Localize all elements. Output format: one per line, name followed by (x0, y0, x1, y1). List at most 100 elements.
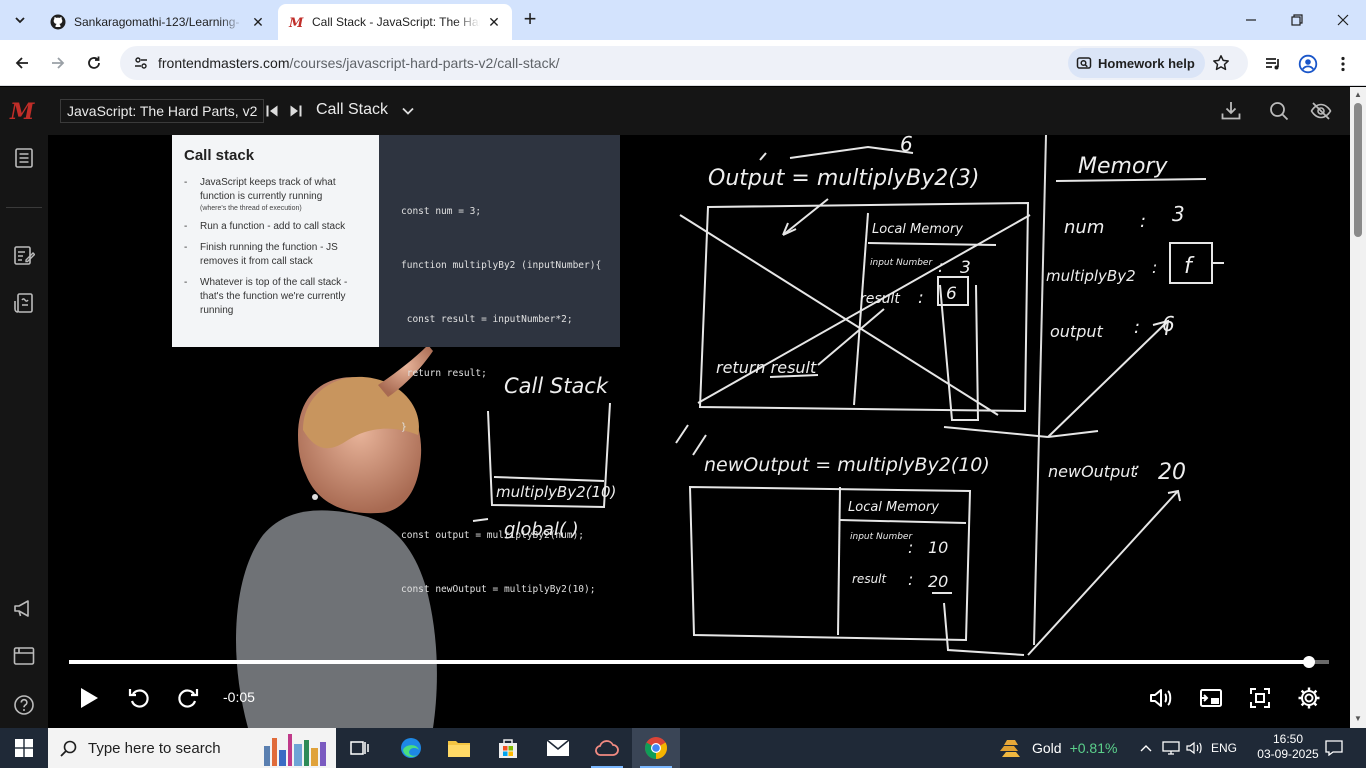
media-controls-button[interactable] (1262, 53, 1284, 75)
mail-icon (546, 739, 570, 756)
chrome-icon (645, 737, 667, 759)
chevron-up-icon (1140, 745, 1152, 752)
profile-button[interactable] (1297, 53, 1319, 75)
settings-button[interactable] (1294, 683, 1324, 713)
github-icon (50, 14, 66, 30)
announcements-button[interactable] (11, 595, 37, 621)
lesson-dropdown-button[interactable] (397, 99, 419, 123)
scroll-up-arrow-icon[interactable]: ▲ (1354, 91, 1362, 99)
progress-scrubber[interactable] (1302, 656, 1315, 668)
notification-center-button[interactable] (1320, 728, 1348, 768)
bookmark-star-button[interactable] (1210, 52, 1232, 74)
code-line: return result; (401, 368, 487, 379)
browser-tab-github[interactable]: Sankaragomathi-123/Learning- ✕ (40, 4, 276, 40)
transcript-icon (14, 293, 33, 313)
store-app[interactable] (484, 728, 532, 768)
bullet-text: JavaScript keeps track of what function … (200, 177, 336, 202)
slide-bullet: Run a function - add to call stack (184, 220, 369, 234)
windows-logo-icon (15, 739, 33, 757)
star-icon (1213, 55, 1229, 71)
arrow-right-icon (52, 57, 65, 69)
play-icon (81, 688, 98, 708)
video-player[interactable]: Output = multiplyBy2(3) 6 Local Memory i… (48, 135, 1350, 728)
speaker-icon (1186, 741, 1202, 755)
tab-search-button[interactable] (6, 6, 34, 34)
skip-previous-icon (266, 105, 278, 117)
task-view-button[interactable] (336, 728, 384, 768)
input-language[interactable]: ENG (1208, 728, 1240, 768)
progress-bar[interactable] (69, 656, 1329, 668)
stock-name: Gold (1032, 740, 1062, 756)
new-tab-button[interactable]: + (518, 8, 542, 32)
scroll-down-arrow-icon[interactable]: ▼ (1354, 715, 1362, 723)
fast-forward-icon (178, 689, 199, 708)
download-button[interactable] (1218, 98, 1244, 124)
svg-text:M: M (288, 16, 304, 30)
notes-button[interactable] (11, 242, 37, 268)
folder-icon (448, 741, 470, 757)
search-placeholder: Type here to search (88, 739, 221, 757)
weather-stock-widget[interactable]: Gold +0.81% (998, 736, 1117, 760)
network-icon (1162, 741, 1180, 755)
code-line: const output = multiplyBy2(num); (401, 530, 585, 541)
close-window-button[interactable] (1320, 0, 1366, 40)
gold-bars-icon (1000, 740, 1020, 757)
reload-button[interactable] (80, 49, 108, 77)
search-button[interactable] (1266, 98, 1292, 124)
close-icon[interactable]: ✕ (250, 14, 266, 30)
help-button[interactable] (11, 692, 37, 718)
close-icon[interactable]: ✕ (486, 14, 502, 30)
volume-tray-button[interactable] (1184, 728, 1206, 768)
skip-next-icon (290, 105, 302, 117)
eye-off-icon (1310, 102, 1332, 120)
tray-chevron[interactable] (1138, 728, 1154, 768)
slide-notes-panel: Call stack JavaScript keeps track of wha… (172, 135, 379, 347)
playback-mode-button[interactable] (1196, 683, 1226, 713)
page-scrollbar[interactable]: ▲ ▼ (1350, 87, 1366, 728)
next-lesson-button[interactable] (285, 99, 307, 123)
start-button[interactable] (0, 728, 48, 768)
slide-bullet: Finish running the function - JS removes… (184, 241, 369, 269)
transcript-button[interactable] (11, 290, 37, 316)
restore-button[interactable] (1274, 0, 1320, 40)
hide-button[interactable] (1308, 98, 1334, 124)
slide-bullet-list: JavaScript keeps track of what function … (184, 176, 369, 318)
previous-lesson-button[interactable] (261, 99, 283, 123)
frontendmasters-logo[interactable]: M (10, 99, 34, 125)
slide-code-panel: const num = 3; function multiplyBy2 (inp… (379, 135, 620, 595)
rewind-button[interactable] (124, 683, 154, 713)
cloud-app[interactable] (583, 728, 631, 768)
taskbar-clock[interactable]: 16:50 03-09-2025 (1256, 732, 1320, 762)
site-info-icon[interactable] (130, 52, 152, 74)
mail-app[interactable] (534, 728, 582, 768)
play-button[interactable] (74, 683, 104, 713)
minimize-button[interactable] (1228, 0, 1274, 40)
scrollbar-thumb[interactable] (1354, 103, 1362, 237)
forward-button[interactable] (44, 49, 72, 77)
volume-button[interactable] (1146, 683, 1176, 713)
store-bag-icon (499, 739, 517, 758)
network-button[interactable] (1160, 728, 1182, 768)
megaphone-icon (14, 600, 29, 617)
course-header: M JavaScript: The Hard Parts, v2 Call St… (0, 87, 1350, 135)
edge-app[interactable] (387, 728, 435, 768)
cloud-icon (595, 740, 619, 756)
browser-menu-button[interactable] (1332, 53, 1354, 75)
bullet-text: Whatever is top of the call stack - that… (200, 277, 348, 316)
taskbar-search-box[interactable]: Type here to search (48, 728, 336, 768)
lessons-list-button[interactable] (11, 145, 37, 171)
address-bar[interactable]: frontendmasters.com/courses/javascript-h… (120, 46, 1248, 80)
back-button[interactable] (8, 49, 36, 77)
fullscreen-button[interactable] (1245, 683, 1275, 713)
forward-skip-button[interactable] (173, 683, 203, 713)
browser-tab-call-stack[interactable]: M Call Stack - JavaScript: The Hard ✕ (278, 4, 512, 40)
file-explorer-app[interactable] (435, 728, 483, 768)
video-library-button[interactable] (11, 643, 37, 669)
chrome-app[interactable] (632, 728, 680, 768)
course-title-link[interactable]: JavaScript: The Hard Parts, v2 (60, 99, 265, 123)
arrow-left-icon (15, 57, 28, 69)
code-line: const num = 3; (401, 206, 482, 217)
bullet-text: Finish running the function - JS removes… (200, 242, 338, 267)
homework-help-button[interactable]: Homework help (1068, 48, 1205, 78)
close-icon (1337, 14, 1349, 26)
